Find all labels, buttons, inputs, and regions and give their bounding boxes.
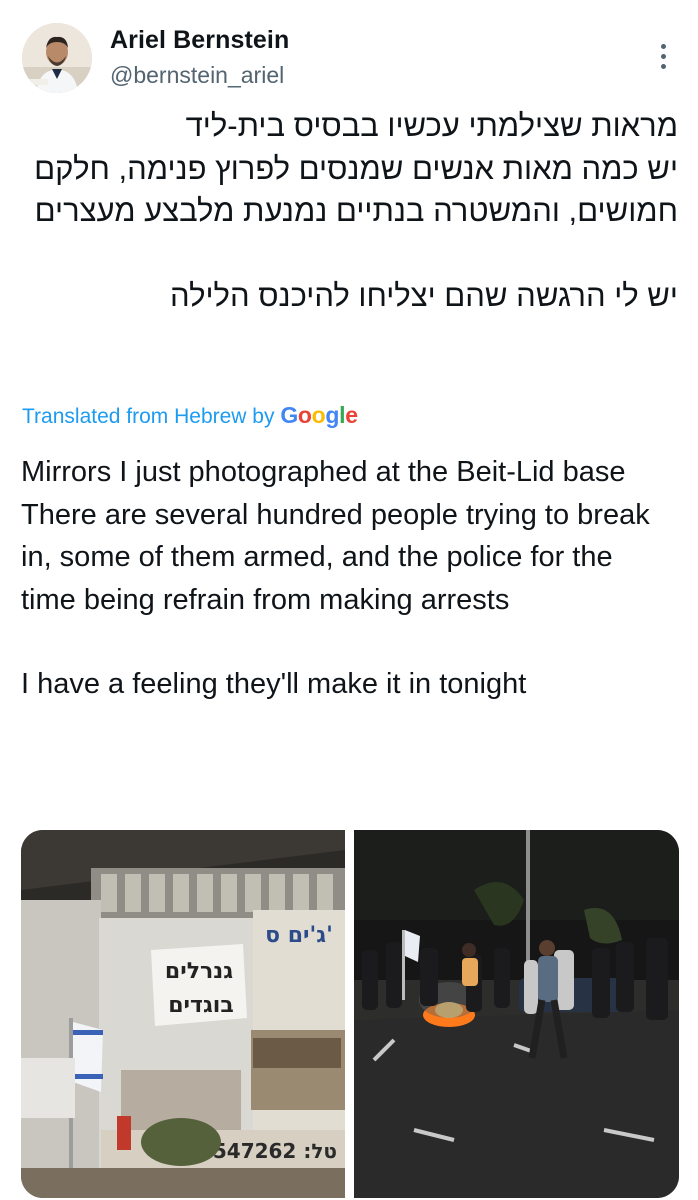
sign-text: בוגדים bbox=[168, 993, 234, 1018]
tweet-header: Ariel Bernstein @bernstein_ariel bbox=[0, 0, 698, 100]
english-paragraph: Mirrors I just photographed at the Beit-… bbox=[21, 456, 626, 488]
banner-text: ג'ים ס' bbox=[265, 923, 333, 948]
more-vertical-icon bbox=[660, 43, 666, 49]
photo-storefront-sign[interactable]: גנרלים בוגדים ג'ים ס' 050-7547262 :טל bbox=[21, 830, 345, 1198]
photo-street-crowd[interactable] bbox=[354, 830, 679, 1198]
sign-text: גנרלים bbox=[165, 959, 233, 984]
translation-attribution[interactable]: Translated from Hebrew by Google bbox=[22, 402, 358, 429]
tweet-text-hebrew: מראות שצילמתי עכשיו בבסיס בית-ליד יש כמה… bbox=[18, 105, 678, 317]
translation-label: Translated from Hebrew by bbox=[22, 405, 275, 428]
tweet-text-translated: Mirrors I just photographed at the Beit-… bbox=[21, 451, 671, 706]
display-name[interactable]: Ariel Bernstein bbox=[110, 26, 289, 55]
hebrew-paragraph: יש לי הרגשה שהם יצליחו להיכנס הלילה bbox=[170, 277, 678, 313]
avatar[interactable] bbox=[22, 23, 92, 93]
google-logo: Google bbox=[280, 402, 358, 428]
media-grid: גנרלים בוגדים ג'ים ס' 050-7547262 :טל bbox=[21, 830, 679, 1198]
user-handle[interactable]: @bernstein_ariel bbox=[110, 62, 284, 89]
hebrew-paragraph: יש כמה מאות אנשים שמנסים לפרוץ פנימה, חל… bbox=[34, 150, 678, 229]
hebrew-paragraph: מראות שצילמתי עכשיו בבסיס בית-ליד bbox=[185, 108, 678, 143]
english-paragraph: I have a feeling they'll make it in toni… bbox=[21, 668, 527, 700]
english-paragraph: There are several hundred people trying … bbox=[21, 498, 650, 616]
more-options-button[interactable] bbox=[648, 36, 678, 76]
